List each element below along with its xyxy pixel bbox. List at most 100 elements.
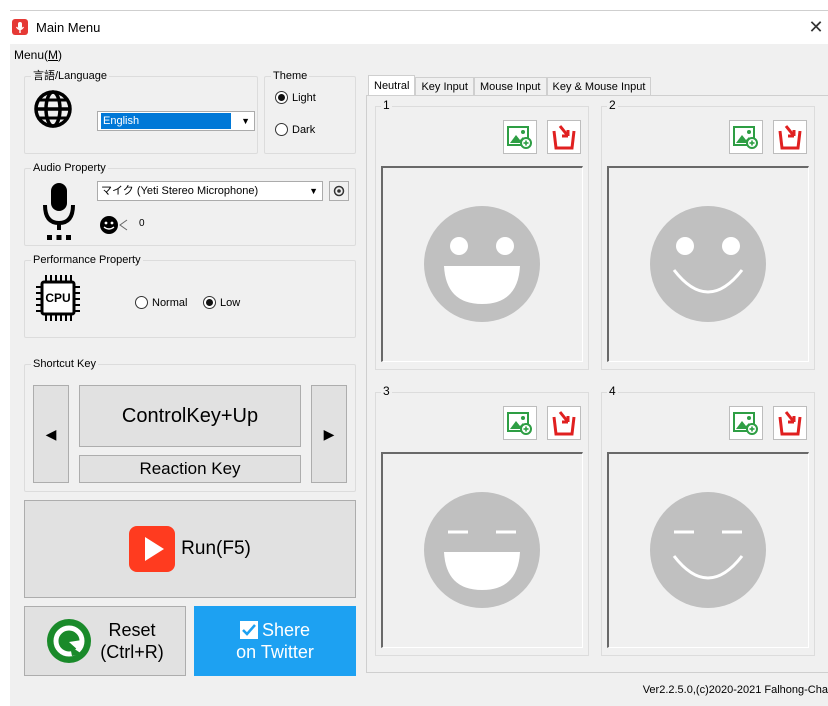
chevron-down-icon: ▼ <box>241 116 250 126</box>
language-group-label: 言語/Language <box>31 69 109 83</box>
gear-icon <box>333 185 345 197</box>
clear-image-icon <box>778 411 802 436</box>
face-open-eyes-open-mouth-icon <box>424 206 540 322</box>
theme-group: Theme Light Dark <box>264 69 356 154</box>
face-slot-2: 2 <box>601 98 815 370</box>
performance-low-radio[interactable]: Low <box>203 296 240 309</box>
clear-image-icon <box>552 411 576 436</box>
reset-label-line1: Reset <box>108 620 156 640</box>
reaction-key-label: Reaction Key <box>139 459 241 478</box>
cpu-icon-label: CPU <box>45 291 71 305</box>
clear-image-button[interactable] <box>547 120 581 154</box>
tab-key-input[interactable]: Key Input <box>415 77 474 96</box>
language-group: 言語/Language English ▼ <box>24 69 258 154</box>
app-icon <box>12 19 28 35</box>
load-image-icon <box>507 412 532 435</box>
main-client-area: Menu(M) 言語/Language English ▼ Theme Ligh… <box>10 44 828 706</box>
clear-image-button[interactable] <box>773 406 807 440</box>
window-title: Main Menu <box>36 20 101 35</box>
microphone-icon <box>39 183 79 243</box>
share-twitter-button[interactable]: Shere on Twitter <box>194 606 356 676</box>
face-slot-4: 4 <box>601 384 815 656</box>
radio-dot <box>275 91 288 104</box>
language-select[interactable]: English ▼ <box>97 111 255 131</box>
face-slot-3: 3 <box>375 384 589 656</box>
shortcut-prev-button[interactable]: ◀ <box>33 385 69 483</box>
audio-device-select[interactable]: マイク (Yeti Stereo Microphone) ▼ <box>97 181 323 201</box>
face-open-eyes-closed-mouth-icon <box>650 206 766 322</box>
audio-level-value: 0 <box>139 218 145 229</box>
shortcut-key-button[interactable]: ControlKey+Up <box>79 385 301 447</box>
share-label: Shere <box>261 620 311 640</box>
performance-group: Performance Property CPU Normal Low <box>24 253 356 338</box>
reset-label: Reset (Ctrl+R) <box>100 619 164 663</box>
title-bar: Main Menu ✕ <box>10 10 828 44</box>
reset-shortcut-label: (Ctrl+R) <box>100 642 164 662</box>
load-image-button[interactable] <box>729 120 763 154</box>
slot-number: 1 <box>381 98 392 112</box>
cpu-icon: CPU <box>35 273 81 323</box>
menu-label-close: ) <box>58 48 63 62</box>
globe-icon <box>33 89 73 129</box>
tab-mouse-input[interactable]: Mouse Input <box>473 77 547 96</box>
run-label: Run(F5) <box>181 538 251 559</box>
shortcut-group: Shortcut Key ◀ ControlKey+Up Reaction Ke… <box>24 357 356 492</box>
shortcut-next-button[interactable]: ▶ <box>311 385 347 483</box>
radio-dot <box>275 123 288 136</box>
clear-image-icon <box>778 125 802 150</box>
menu-accelerator: M <box>48 48 59 62</box>
check-icon <box>239 621 258 639</box>
audio-device-value: マイク (Yeti Stereo Microphone) <box>101 185 259 197</box>
shortcut-key-label: ControlKey+Up <box>121 404 259 427</box>
load-image-icon <box>507 126 532 149</box>
expression-tabs: Neutral Key Input Mouse Input Key & Mous… <box>368 75 652 96</box>
performance-group-label: Performance Property <box>31 253 143 267</box>
version-footer: Ver2.2.5.0,(c)2020-2021 Falhong-Cha <box>642 684 828 696</box>
slot-number: 3 <box>381 384 392 398</box>
clear-image-icon <box>552 125 576 150</box>
slot-number: 2 <box>607 98 618 112</box>
reaction-key-button[interactable]: Reaction Key <box>79 455 301 483</box>
clear-image-button[interactable] <box>773 120 807 154</box>
face-slot-1: 1 <box>375 98 589 370</box>
audio-group-label: Audio Property <box>31 161 108 175</box>
load-image-icon <box>733 126 758 149</box>
share-label-line1: Shere <box>239 619 311 641</box>
reset-button[interactable]: Reset (Ctrl+R) <box>24 606 186 676</box>
performance-low-label: Low <box>220 296 241 309</box>
theme-light-label: Light <box>292 91 316 104</box>
audio-settings-button[interactable] <box>329 181 349 201</box>
play-icon <box>129 526 176 572</box>
voice-level-icon <box>99 215 133 235</box>
shortcut-group-label: Shortcut Key <box>31 357 98 371</box>
audio-group: Audio Property マイク (Yeti Stereo Micropho… <box>24 161 356 246</box>
menu-label: Menu( <box>14 48 49 62</box>
language-selected: English <box>101 113 231 129</box>
arrow-left-icon: ◀ <box>45 425 57 442</box>
theme-light-radio[interactable]: Light <box>275 91 316 104</box>
run-button[interactable]: Run(F5) <box>24 500 356 598</box>
chevron-down-icon: ▼ <box>309 186 318 196</box>
radio-dot <box>203 296 216 309</box>
arrow-right-icon: ▶ <box>323 425 335 442</box>
performance-normal-label: Normal <box>152 296 188 309</box>
theme-dark-label: Dark <box>292 123 316 136</box>
tab-key-mouse-input[interactable]: Key & Mouse Input <box>546 77 652 96</box>
performance-normal-radio[interactable]: Normal <box>135 296 187 309</box>
tab-neutral[interactable]: Neutral <box>368 75 416 96</box>
share-label-line2: on Twitter <box>236 642 314 662</box>
theme-dark-radio[interactable]: Dark <box>275 123 315 136</box>
menu-bar[interactable]: Menu(M) <box>14 48 62 62</box>
slot-number: 4 <box>607 384 618 398</box>
reset-icon <box>46 618 92 664</box>
close-icon[interactable]: ✕ <box>804 15 828 39</box>
clear-image-button[interactable] <box>547 406 581 440</box>
load-image-button[interactable] <box>503 120 537 154</box>
theme-group-label: Theme <box>271 69 310 83</box>
load-image-button[interactable] <box>729 406 763 440</box>
face-closed-eyes-closed-mouth-icon <box>650 492 766 608</box>
load-image-icon <box>733 412 758 435</box>
radio-dot <box>135 296 148 309</box>
tab-page-neutral: 1 2 3 4 <box>366 95 828 673</box>
load-image-button[interactable] <box>503 406 537 440</box>
